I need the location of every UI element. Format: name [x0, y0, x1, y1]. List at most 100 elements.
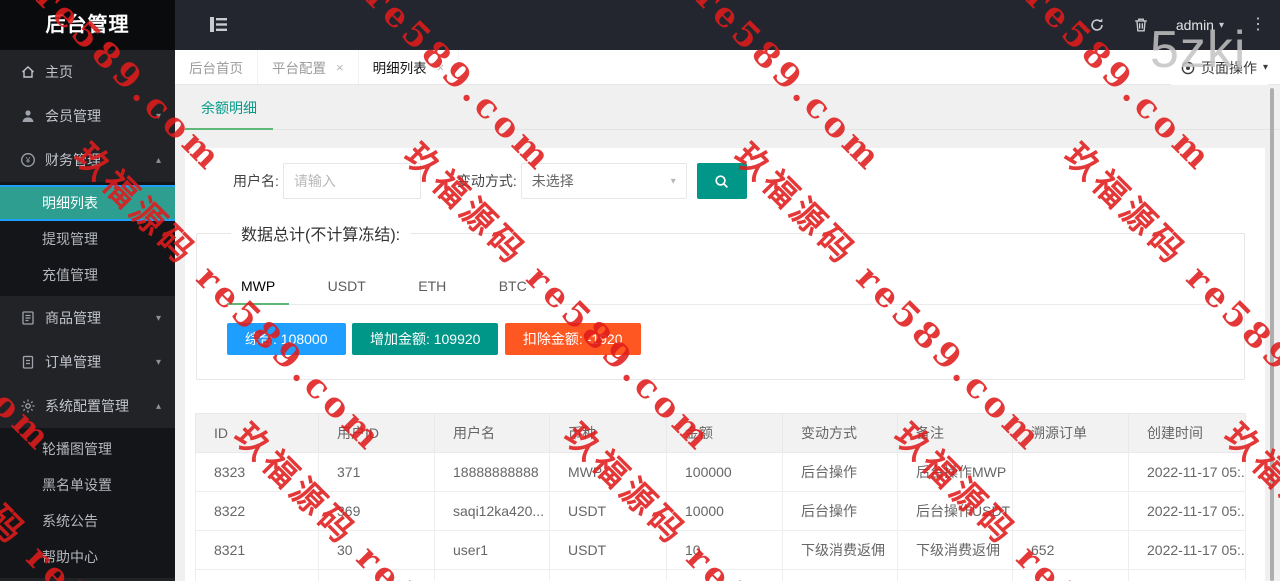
- increase-badge: 增加金额: 109920: [351, 323, 499, 355]
- sidebar-collapse-icon[interactable]: [210, 17, 227, 37]
- gear-icon: [20, 398, 36, 414]
- cell: 8323: [195, 452, 319, 492]
- goods-icon: [20, 310, 36, 326]
- admin-menu[interactable]: admin ▾: [1176, 17, 1224, 33]
- sidebar-item-label: 系统配置管理: [45, 398, 129, 414]
- summary-title: 数据总计(不计算冻结):: [241, 227, 401, 244]
- sidebar-item-label: 订单管理: [45, 354, 101, 370]
- sidebar-item-carousel[interactable]: 轮播图管理: [0, 431, 175, 467]
- coin-tab-usdt[interactable]: USDT: [314, 269, 380, 305]
- coin-tabs: MWP USDT ETH BTC: [227, 269, 1214, 305]
- username-input[interactable]: [282, 163, 421, 199]
- table-row: 8323 371 18888888888 MWP 100000 后台操作 后台操作MWP 20…: [195, 452, 1246, 492]
- sidebar-item-label: 商品管理: [45, 310, 101, 326]
- close-icon[interactable]: ×: [336, 60, 344, 75]
- chevron-up-icon: ▴: [155, 400, 161, 412]
- tabbar: 后台首页 平台配置 × 明细列表 × 页面操作 ▾: [175, 50, 1280, 85]
- col-remark: 备注: [897, 413, 1013, 453]
- username-label: 用户名:: [233, 173, 279, 189]
- method-select[interactable]: 未选择 ▾: [520, 163, 687, 199]
- filter-row: 用户名: 变动方式: 未选择 ▾: [185, 148, 1265, 199]
- vertical-scrollbar[interactable]: [1270, 88, 1274, 581]
- col-method: 变动方式: [782, 413, 898, 453]
- cell: 2022-11-17 05:...: [1128, 452, 1246, 492]
- cell: 8321: [195, 530, 319, 570]
- finance-submenu: 明细列表 提现管理 充值管理: [0, 182, 175, 296]
- tab-platform-config[interactable]: 平台配置 ×: [258, 50, 359, 84]
- table-row: 8321 30 user1 USDT 10 下级消费返佣 下级消费返佣 652 2022-11-…: [195, 530, 1246, 570]
- sidebar-item-recharge[interactable]: 充值管理: [0, 257, 175, 293]
- cell: [1012, 452, 1129, 492]
- main-content: 后台首页 平台配置 × 明细列表 × 页面操作 ▾ 余额明细 用户名: 变动方式…: [175, 50, 1280, 581]
- col-coin: 币种: [549, 413, 667, 453]
- coin-tab-eth[interactable]: ETH: [404, 269, 460, 305]
- table-row: 832031huiruanUSDT-500购买矿机 6522022-11-17 0…: [195, 569, 1246, 581]
- system-submenu: 轮播图管理 黑名单设置 系统公告 帮助中心: [0, 428, 175, 578]
- detail-table: ID 用户ID 用户名 币种 金额 变动方式 备注 溯源订单 创建时间 8323…: [195, 413, 1246, 581]
- finance-icon: ¥: [20, 152, 36, 168]
- sidebar-item-help-center[interactable]: 帮助中心: [0, 539, 175, 575]
- tab-label: 后台首页: [189, 61, 243, 76]
- col-created-at: 创建时间: [1128, 413, 1246, 453]
- cell: 2022-11-17 05:...: [1128, 569, 1246, 581]
- chevron-down-icon: ▾: [1262, 62, 1268, 73]
- sidebar-item-label: 主页: [45, 64, 73, 80]
- coin-tab-mwp[interactable]: MWP: [227, 269, 290, 305]
- col-trace-order: 溯源订单: [1012, 413, 1129, 453]
- total-badge: 综合: 108000: [227, 323, 346, 355]
- search-button[interactable]: [696, 163, 747, 199]
- admin-label: admin: [1175, 17, 1214, 33]
- subtab-balance-detail[interactable]: 余额明细: [185, 87, 273, 130]
- kebab-menu-icon[interactable]: ⋮: [1250, 17, 1266, 33]
- cell: USDT: [549, 569, 667, 581]
- chevron-down-icon: ▾: [155, 356, 161, 368]
- cell: 2022-11-17 05:...: [1128, 530, 1246, 570]
- col-username: 用户名: [434, 413, 550, 453]
- sidebar-item-announcement[interactable]: 系统公告: [0, 503, 175, 539]
- sidebar-item-members[interactable]: 会员管理 ▾: [0, 94, 175, 138]
- sidebar-item-detail-list[interactable]: 明细列表: [0, 185, 175, 221]
- chevron-up-icon: ▴: [155, 154, 161, 166]
- method-select-value: 未选择: [531, 173, 574, 189]
- cell: 369: [318, 491, 435, 531]
- subtab-strip: 余额明细: [175, 85, 1280, 131]
- tab-detail-list[interactable]: 明细列表 ×: [359, 50, 460, 84]
- sidebar-item-orders[interactable]: 订单管理 ▾: [0, 340, 175, 384]
- tab-home[interactable]: 后台首页: [175, 50, 258, 84]
- trash-icon[interactable]: [1132, 16, 1150, 34]
- cell: USDT: [549, 491, 667, 531]
- cell: 652: [1012, 530, 1129, 570]
- chevron-down-icon: ▾: [155, 312, 161, 324]
- summary-fieldset: 数据总计(不计算冻结): MWP USDT ETH BTC 综合: 108000…: [196, 221, 1245, 380]
- home-icon: [20, 64, 36, 80]
- cell: 31: [318, 569, 435, 581]
- cell: 30: [318, 530, 435, 570]
- cell: 371: [318, 452, 435, 492]
- cell: huiruan: [434, 569, 550, 581]
- cell: 下级消费返佣: [782, 530, 898, 570]
- sidebar-item-system-config[interactable]: 系统配置管理 ▴: [0, 384, 175, 428]
- cell: -500: [666, 569, 783, 581]
- coin-tab-btc[interactable]: BTC: [485, 269, 541, 305]
- sidebar-item-home[interactable]: 主页: [0, 50, 175, 94]
- summary-badges: 综合: 108000 增加金额: 109920 扣除金额: -1920: [227, 323, 1214, 355]
- sidebar-item-withdraw[interactable]: 提现管理: [0, 221, 175, 257]
- tab-label: 明细列表: [372, 61, 427, 76]
- tab-label: 平台配置: [272, 61, 326, 76]
- cell: USDT: [549, 530, 667, 570]
- sidebar-item-blacklist[interactable]: 黑名单设置: [0, 467, 175, 503]
- chevron-down-icon: ▾: [155, 110, 161, 122]
- cell: 18888888888: [434, 452, 550, 492]
- sidebar-item-goods[interactable]: 商品管理 ▾: [0, 296, 175, 340]
- col-user-id: 用户ID: [318, 413, 435, 453]
- refresh-icon[interactable]: [1088, 16, 1106, 34]
- close-icon[interactable]: ×: [437, 60, 445, 75]
- cell: 后台操作USDT: [897, 491, 1013, 531]
- cell: 10000: [666, 491, 783, 531]
- sidebar-item-finance[interactable]: ¥ 财务管理 ▴: [0, 138, 175, 182]
- cell: 购买矿机: [782, 569, 898, 581]
- member-icon: [20, 108, 36, 124]
- cell: 下级消费返佣: [897, 530, 1013, 570]
- page-actions-dropdown[interactable]: 页面操作 ▾: [1170, 50, 1268, 85]
- cell: 后台操作: [782, 491, 898, 531]
